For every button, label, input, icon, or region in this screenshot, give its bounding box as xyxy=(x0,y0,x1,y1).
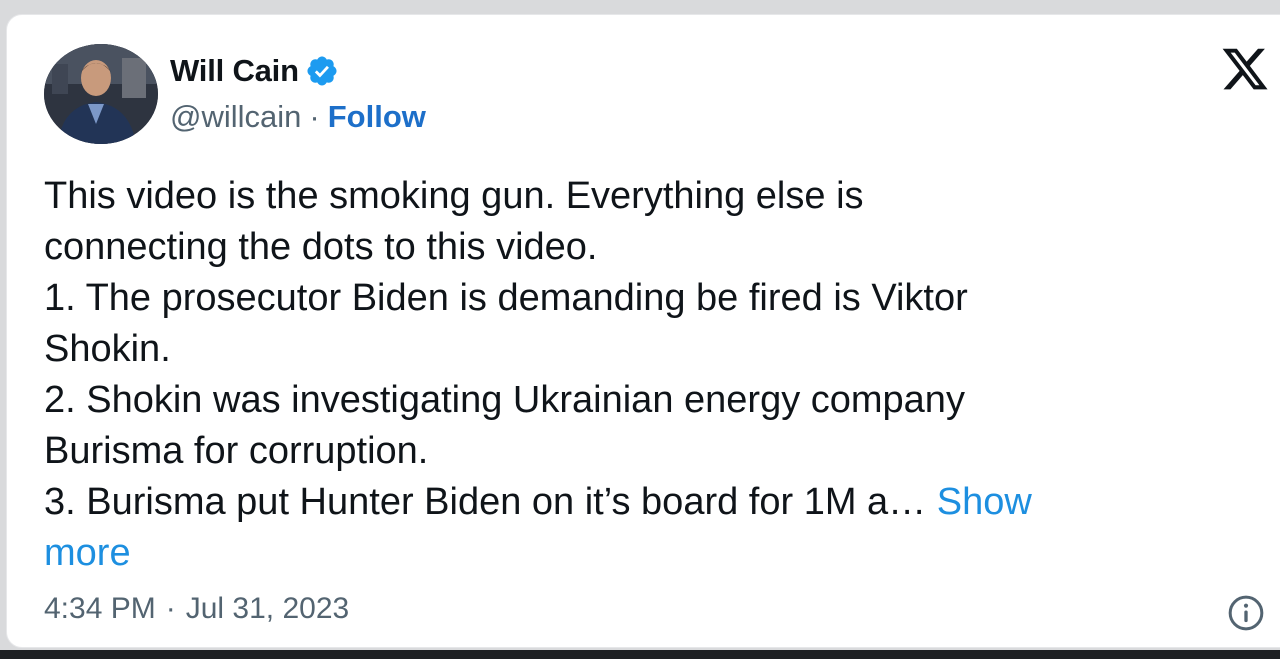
author-handle[interactable]: @willcain xyxy=(170,99,301,135)
x-logo-icon[interactable] xyxy=(1218,44,1272,94)
tweet-text: This video is the smoking gun. Everythin… xyxy=(44,171,1254,579)
tweet-line-7-text: 3. Burisma put Hunter Biden on it’s boar… xyxy=(44,481,927,523)
avatar-image xyxy=(44,44,158,144)
handle-separator: · xyxy=(309,99,320,134)
tweet-line-4: Shokin. xyxy=(44,328,171,370)
tweet-line-7: 3. Burisma put Hunter Biden on it’s boar… xyxy=(44,477,1254,528)
tweet-line-5: 2. Shokin was investigating Ukrainian en… xyxy=(44,379,965,421)
show-more-link[interactable]: Show xyxy=(937,481,1032,523)
author-name-row: Will Cain xyxy=(170,53,339,89)
timestamp-separator: · xyxy=(165,592,176,625)
info-icon[interactable] xyxy=(1226,593,1266,633)
tweet-line-3: 1. The prosecutor Biden is demanding be … xyxy=(44,277,968,319)
follow-button[interactable]: Follow xyxy=(328,99,426,135)
author-handle-row: @willcain · Follow xyxy=(170,99,426,135)
tweet-date: Jul 31, 2023 xyxy=(185,592,350,625)
screen-bottom-edge xyxy=(0,650,1280,659)
avatar[interactable] xyxy=(44,44,158,144)
author-name[interactable]: Will Cain xyxy=(170,53,299,89)
tweet-timestamp[interactable]: 4:34 PM · Jul 31, 2023 xyxy=(44,592,349,626)
tweet-line-1: This video is the smoking gun. Everythin… xyxy=(44,175,864,217)
verified-badge-icon xyxy=(307,56,337,86)
show-more-link-continued[interactable]: more xyxy=(44,528,1254,579)
tweet-line-2: connecting the dots to this video. xyxy=(44,226,598,268)
tweet-time: 4:34 PM xyxy=(44,592,156,625)
screen-frame: Will Cain @willcain · Follow This video … xyxy=(0,0,1280,659)
tweet-line-6: Burisma for corruption. xyxy=(44,430,429,472)
